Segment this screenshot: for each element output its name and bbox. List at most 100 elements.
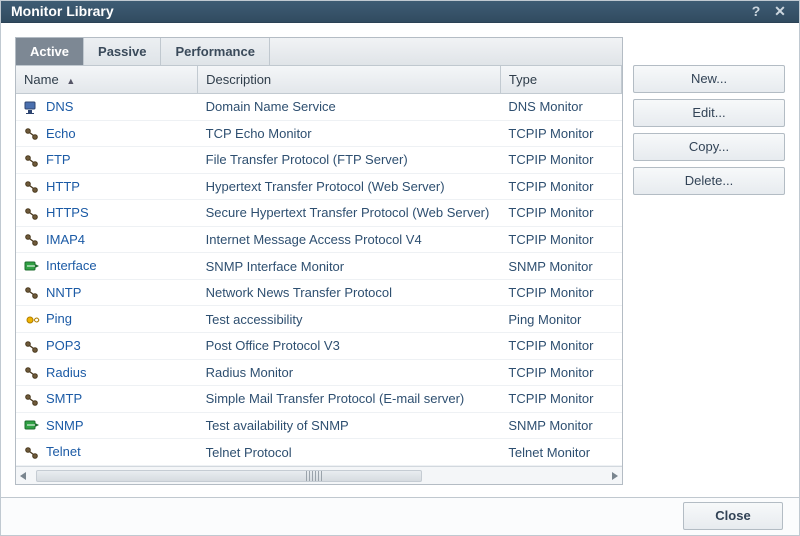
table-row[interactable]: IMAP4 Internet Message Access Protocol V4… [16, 226, 622, 253]
cell-description: Simple Mail Transfer Protocol (E-mail se… [198, 386, 501, 413]
cell-name: POP3 [16, 333, 198, 360]
cell-type: TCPIP Monitor [500, 279, 621, 306]
table-row[interactable]: SNMPTest availability of SNMPSNMP Monito… [16, 412, 622, 439]
row-name-label: SMTP [46, 391, 82, 406]
table-row[interactable]: InterfaceSNMP Interface MonitorSNMP Moni… [16, 253, 622, 280]
row-name-label: Interface [46, 258, 97, 273]
table-row[interactable]: HTTPS Secure Hypertext Transfer Protocol … [16, 200, 622, 227]
cell-description: Network News Transfer Protocol [198, 279, 501, 306]
row-name-label: Ping [46, 311, 72, 326]
table-row[interactable]: TelnetTelnet ProtocolTelnet Monitor [16, 439, 622, 466]
horizontal-scrollbar-thumb[interactable] [36, 470, 422, 482]
tcpip-icon [24, 366, 40, 380]
tcpip-icon [24, 127, 40, 141]
cell-description: Internet Message Access Protocol V4 [198, 226, 501, 253]
cell-description: Secure Hypertext Transfer Protocol (Web … [198, 200, 501, 227]
tcpip-icon [24, 154, 40, 168]
cell-name: Interface [16, 253, 198, 280]
tab-performance[interactable]: Performance [161, 38, 269, 65]
col-header-description[interactable]: Description [198, 66, 501, 94]
tcpip-icon [24, 180, 40, 194]
monitor-table-pane: Active Passive Performance Name ▲ Descri… [15, 37, 623, 485]
cell-description: Radius Monitor [198, 359, 501, 386]
sort-asc-icon: ▲ [66, 76, 75, 86]
cell-description: Post Office Protocol V3 [198, 333, 501, 360]
client-area: Active Passive Performance Name ▲ Descri… [1, 23, 799, 485]
row-name-label: HTTPS [46, 205, 89, 220]
table-row[interactable]: FTP File Transfer Protocol (FTP Server)TC… [16, 147, 622, 174]
cell-type: TCPIP Monitor [500, 226, 621, 253]
help-icon[interactable]: ? [747, 2, 765, 20]
table-row[interactable]: SMTP Simple Mail Transfer Protocol (E-mai… [16, 386, 622, 413]
cell-description: Telnet Protocol [198, 439, 501, 466]
interface-icon [24, 260, 40, 274]
row-name-label: IMAP4 [46, 232, 85, 247]
table-row[interactable]: HTTP Hypertext Transfer Protocol (Web Ser… [16, 173, 622, 200]
col-header-name[interactable]: Name ▲ [16, 66, 198, 94]
cell-type: SNMP Monitor [500, 253, 621, 280]
edit-button[interactable]: Edit... [633, 99, 785, 127]
cell-name: SNMP [16, 412, 198, 439]
table-row[interactable]: DNSDomain Name ServiceDNS Monitor [16, 93, 622, 120]
tcpip-icon [24, 393, 40, 407]
table-row[interactable]: Ping Test accessibilityPing Monitor [16, 306, 622, 333]
table-row[interactable]: Echo TCP Echo MonitorTCPIP Monitor [16, 120, 622, 147]
cell-type: TCPIP Monitor [500, 200, 621, 227]
cell-name: Telnet [16, 439, 198, 466]
tab-passive[interactable]: Passive [84, 38, 161, 65]
cell-name: Ping [16, 306, 198, 333]
copy-button[interactable]: Copy... [633, 133, 785, 161]
cell-name: DNS [16, 93, 198, 120]
tcpip-icon [24, 207, 40, 221]
cell-name: HTTP [16, 173, 198, 200]
interface-icon [24, 419, 40, 433]
tcpip-icon [24, 446, 40, 460]
cell-type: TCPIP Monitor [500, 120, 621, 147]
delete-button[interactable]: Delete... [633, 167, 785, 195]
footer: Close [1, 497, 799, 535]
row-name-label: Telnet [46, 444, 81, 459]
tcpip-icon [24, 286, 40, 300]
cell-name: SMTP [16, 386, 198, 413]
monitor-table: Name ▲ Description Type DNSDomain Name S… [16, 66, 622, 466]
col-header-name-label: Name [24, 72, 59, 87]
close-button[interactable]: Close [683, 502, 783, 530]
table-row[interactable]: Radius Radius MonitorTCPIP Monitor [16, 359, 622, 386]
cell-type: SNMP Monitor [500, 412, 621, 439]
cell-name: NNTP [16, 279, 198, 306]
row-name-label: HTTP [46, 179, 80, 194]
tabbar: Active Passive Performance [16, 38, 622, 66]
row-name-label: Echo [46, 126, 76, 141]
cell-type: TCPIP Monitor [500, 359, 621, 386]
cell-name: FTP [16, 147, 198, 174]
cell-name: Echo [16, 120, 198, 147]
cell-description: Domain Name Service [198, 93, 501, 120]
horizontal-scrollbar[interactable] [16, 466, 622, 484]
tab-active[interactable]: Active [16, 38, 84, 65]
cell-description: Hypertext Transfer Protocol (Web Server) [198, 173, 501, 200]
table-row[interactable]: POP3Post Office Protocol V3TCPIP Monitor [16, 333, 622, 360]
cell-type: TCPIP Monitor [500, 173, 621, 200]
cell-name: Radius [16, 359, 198, 386]
ping-icon [24, 313, 40, 327]
cell-type: TCPIP Monitor [500, 333, 621, 360]
table-scroll-area[interactable]: Name ▲ Description Type DNSDomain Name S… [16, 66, 622, 466]
cell-description: TCP Echo Monitor [198, 120, 501, 147]
cell-name: IMAP4 [16, 226, 198, 253]
cell-type: DNS Monitor [500, 93, 621, 120]
dns-icon [24, 101, 40, 115]
close-icon[interactable]: ✕ [771, 2, 789, 20]
row-name-label: FTP [46, 152, 71, 167]
row-name-label: Radius [46, 365, 86, 380]
tcpip-icon [24, 340, 40, 354]
row-name-label: NNTP [46, 285, 81, 300]
cell-description: Test accessibility [198, 306, 501, 333]
cell-type: Ping Monitor [500, 306, 621, 333]
table-row[interactable]: NNTP Network News Transfer ProtocolTCPIP … [16, 279, 622, 306]
cell-type: TCPIP Monitor [500, 147, 621, 174]
cell-description: File Transfer Protocol (FTP Server) [198, 147, 501, 174]
cell-description: Test availability of SNMP [198, 412, 501, 439]
col-header-type[interactable]: Type [500, 66, 621, 94]
new-button[interactable]: New... [633, 65, 785, 93]
action-button-column: New... Edit... Copy... Delete... [633, 37, 785, 485]
